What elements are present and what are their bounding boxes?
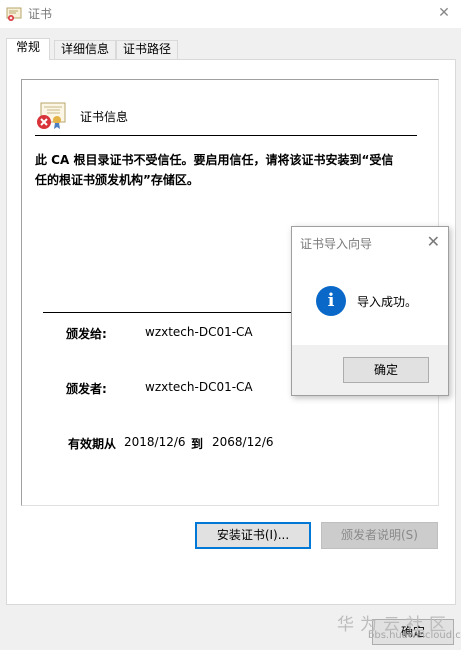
- dialog-title: 证书导入向导: [300, 237, 373, 251]
- issued-to-value: wzxtech-DC01-CA: [145, 325, 253, 339]
- divider: [43, 312, 293, 313]
- certificate-error-icon: [37, 102, 66, 129]
- install-certificate-button[interactable]: 安装证书(I)...: [195, 522, 311, 549]
- issuer-statement-button[interactable]: 颁发者说明(S): [321, 522, 438, 549]
- import-wizard-dialog: 证书导入向导 ✕ i 导入成功。 确定: [291, 226, 449, 396]
- tab-general[interactable]: 常规: [6, 38, 50, 60]
- dialog-ok-button[interactable]: 确定: [343, 357, 429, 383]
- info-icon: i: [316, 286, 346, 316]
- valid-from-value: 2018/12/6: [124, 435, 186, 449]
- validity-to-label: 到: [191, 437, 204, 451]
- dialog-footer: 确定: [292, 345, 448, 395]
- cert-info-heading: 证书信息: [80, 110, 129, 124]
- valid-to-value: 2068/12/6: [212, 435, 274, 449]
- watermark-url: bbs.huaweicloud.com: [368, 630, 461, 641]
- validity-label: 有效期从: [68, 437, 117, 451]
- tab-cert-path[interactable]: 证书路径: [116, 40, 178, 59]
- issued-by-label: 颁发者:: [66, 382, 107, 396]
- issued-by-value: wzxtech-DC01-CA: [145, 380, 253, 394]
- tab-details[interactable]: 详细信息: [54, 40, 116, 59]
- window-title: 证书: [28, 7, 53, 21]
- issued-to-label: 颁发给:: [66, 327, 107, 341]
- trust-warning-text: 此 CA 根目录证书不受信任。要启用信任，请将该证书安装到“受信任的根证书颁发机…: [35, 153, 394, 187]
- dialog-message: 导入成功。: [357, 295, 418, 309]
- dialog-close-button[interactable]: ✕: [427, 232, 440, 251]
- window-close-button[interactable]: ✕: [427, 0, 461, 28]
- certificate-icon: [6, 7, 22, 21]
- divider: [35, 135, 417, 136]
- title-bar: 证书 ✕: [0, 0, 461, 28]
